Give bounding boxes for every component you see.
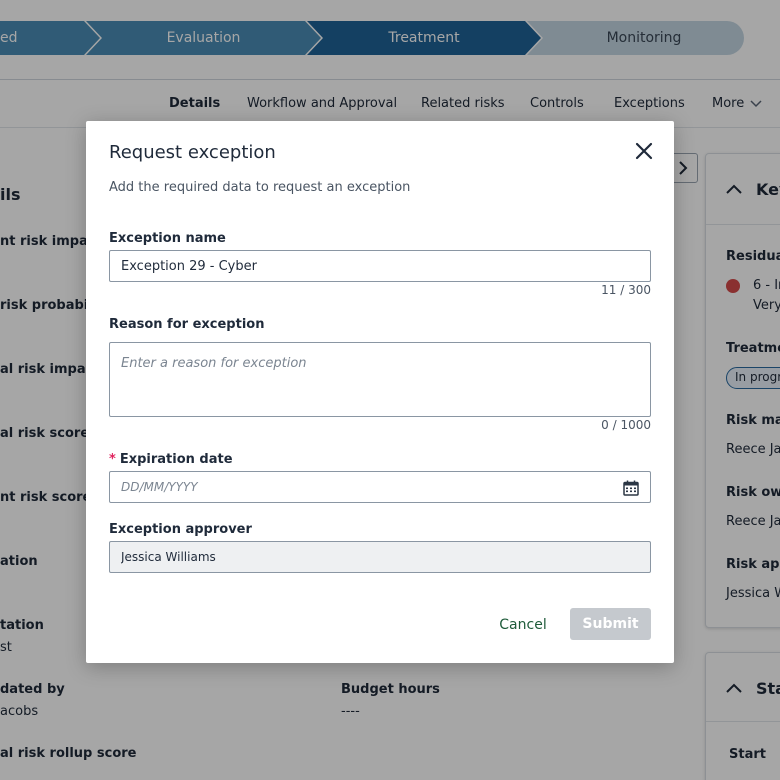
exception-name-input[interactable] (109, 250, 651, 282)
cancel-button[interactable]: Cancel (489, 609, 557, 641)
exception-approver-label: Exception approver (109, 522, 252, 537)
expiration-date-label: * Expiration date (109, 452, 233, 467)
modal-title: Request exception (109, 142, 276, 163)
expiration-date-label-text: Expiration date (119, 452, 233, 467)
expiration-date-input[interactable] (109, 471, 651, 503)
required-mark: * (109, 452, 116, 467)
reason-textarea[interactable] (109, 342, 651, 417)
reason-label: Reason for exception (109, 317, 265, 332)
calendar-icon[interactable] (622, 479, 640, 497)
reason-counter: 0 / 1000 (601, 418, 651, 432)
close-icon[interactable] (632, 139, 656, 163)
modal-subtitle: Add the required data to request an exce… (109, 180, 411, 195)
exception-name-counter: 11 / 300 (601, 283, 651, 297)
submit-button[interactable]: Submit (570, 608, 651, 640)
exception-approver-input (109, 541, 651, 573)
exception-name-label: Exception name (109, 231, 226, 246)
request-exception-modal: Request exception Add the required data … (86, 121, 674, 663)
